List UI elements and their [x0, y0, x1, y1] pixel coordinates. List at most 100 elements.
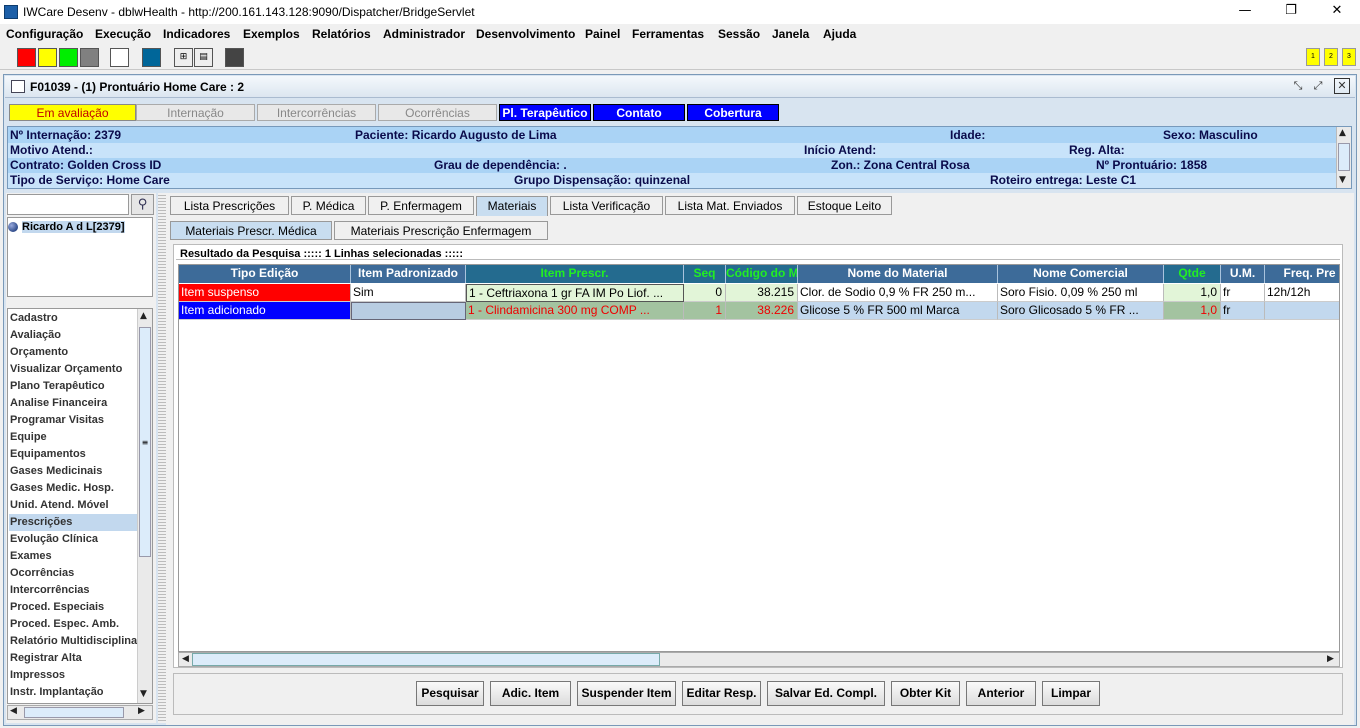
- tab-estoque-leito[interactable]: Estoque Leito: [797, 196, 892, 215]
- nav-item[interactable]: Relatório Multidisciplina: [10, 633, 137, 650]
- status-tab-contato[interactable]: Contato: [593, 104, 685, 121]
- scroll-thumb[interactable]: [1338, 143, 1350, 171]
- table-cell-item-prescr[interactable]: 1 - Ceftriaxona 1 gr FA IM Po Liof. ...: [466, 284, 684, 302]
- nav-item[interactable]: Evolução Clínica: [10, 531, 98, 548]
- status-tab-intercorrencias[interactable]: Intercorrências: [257, 104, 376, 121]
- status-tab-cobertura[interactable]: Cobertura: [687, 104, 779, 121]
- scroll-up-icon[interactable]: ▲: [1339, 128, 1346, 138]
- nav-item[interactable]: Gases Medicinais: [10, 463, 102, 480]
- nav-item[interactable]: Instr. Implantação: [10, 684, 104, 701]
- nav-item[interactable]: Proced. Espec. Amb.: [10, 616, 119, 633]
- table-cell-nome-comercial[interactable]: Soro Glicosado 5 % FR ...: [998, 302, 1164, 320]
- patient-search-input[interactable]: [7, 194, 129, 215]
- column-header-nome-comercial[interactable]: Nome Comercial: [998, 265, 1164, 283]
- suspender-item-button[interactable]: Suspender Item: [577, 681, 676, 706]
- column-header-qtde[interactable]: Qtde: [1164, 265, 1221, 283]
- column-header-tipo-edicao[interactable]: Tipo Edição: [179, 265, 351, 283]
- pesquisar-button[interactable]: Pesquisar: [416, 681, 484, 706]
- limpar-button[interactable]: Limpar: [1042, 681, 1100, 706]
- nav-item[interactable]: Gases Medic. Hosp.: [10, 480, 114, 497]
- status-tab-internacao[interactable]: Internação: [136, 104, 255, 121]
- menu-desenvolvimento[interactable]: Desenvolvimento: [476, 27, 575, 41]
- editar-resp-button[interactable]: Editar Resp.: [682, 681, 761, 706]
- nav-item[interactable]: Programar Visitas: [10, 412, 104, 429]
- tab-p-medica[interactable]: P. Médica: [291, 196, 366, 215]
- nav-item[interactable]: Proced. Especiais: [10, 599, 104, 616]
- close-frame-icon[interactable]: ✕: [1334, 78, 1350, 94]
- table-cell-item-padronizado[interactable]: Sim: [351, 284, 466, 302]
- scroll-right-icon[interactable]: ▶: [138, 706, 145, 716]
- tab-lista-mat-enviados[interactable]: Lista Mat. Enviados: [665, 196, 795, 215]
- scroll-up-icon[interactable]: ▲: [140, 311, 147, 321]
- nav-item[interactable]: Analise Financeira: [10, 395, 107, 412]
- menu-janela[interactable]: Janela: [772, 27, 809, 41]
- nav-item[interactable]: Registrar Alta: [10, 650, 82, 667]
- nav-item[interactable]: Avaliação: [10, 327, 61, 344]
- menu-exemplos[interactable]: Exemplos: [243, 27, 300, 41]
- subtab-materiais-prescr-medica[interactable]: Materiais Prescr. Médica: [170, 221, 332, 240]
- nav-item[interactable]: Equipamentos: [10, 446, 86, 463]
- panel-splitter[interactable]: [158, 193, 166, 723]
- anterior-button[interactable]: Anterior: [966, 681, 1036, 706]
- yellow-status-button[interactable]: [38, 48, 57, 67]
- menu-sessao[interactable]: Sessão: [718, 27, 760, 41]
- table-cell-freq[interactable]: 12h/12h: [1265, 284, 1339, 302]
- status-tab-pl-terapeutico[interactable]: Pl. Terapêutico: [499, 104, 591, 121]
- column-header-codigo[interactable]: Código do M: [726, 265, 798, 283]
- nav-item[interactable]: Exames: [10, 548, 52, 565]
- red-status-button[interactable]: [17, 48, 36, 67]
- menu-ajuda[interactable]: Ajuda: [823, 27, 856, 41]
- nav-item[interactable]: Impressos: [10, 667, 65, 684]
- scroll-right-icon[interactable]: ▶: [1327, 654, 1334, 664]
- salvar-ed-compl-button[interactable]: Salvar Ed. Compl.: [767, 681, 885, 706]
- patient-list-item[interactable]: Ricardo A d L[2379]: [22, 221, 125, 233]
- gray-status-button[interactable]: [80, 48, 99, 67]
- table-cell-seq[interactable]: 0: [684, 284, 726, 302]
- table-cell-um[interactable]: fr: [1221, 284, 1265, 302]
- table-cell-qtde[interactable]: 1,0: [1164, 302, 1221, 320]
- nav-item[interactable]: Intercorrências: [10, 582, 89, 599]
- scroll-down-icon[interactable]: ▼: [140, 689, 147, 699]
- window-list-icon[interactable]: ▤: [194, 48, 213, 67]
- menu-configuracao[interactable]: Configuração: [6, 27, 83, 41]
- table-cell-tipo-edicao[interactable]: Item suspenso: [179, 284, 351, 302]
- subtab-materiais-prescricao-enfermagem[interactable]: Materiais Prescrição Enfermagem: [334, 221, 548, 240]
- column-header-item-padronizado[interactable]: Item Padronizado: [351, 265, 466, 283]
- dark-status-button[interactable]: [225, 48, 244, 67]
- table-cell-nome-material[interactable]: Clor. de Sodio 0,9 % FR 250 m...: [798, 284, 998, 302]
- tab-p-enfermagem[interactable]: P. Enfermagem: [368, 196, 474, 215]
- minimize-button[interactable]: —: [1222, 0, 1268, 24]
- table-cell-seq[interactable]: 1: [684, 302, 726, 320]
- menu-relatorios[interactable]: Relatórios: [312, 27, 371, 41]
- obter-kit-button[interactable]: Obter Kit: [891, 681, 960, 706]
- nav-item[interactable]: Plano Terapêutico: [10, 378, 105, 395]
- scroll-thumb[interactable]: ≡: [139, 327, 151, 557]
- column-header-nome-material[interactable]: Nome do Material: [798, 265, 998, 283]
- white-status-button[interactable]: [110, 48, 129, 67]
- tab-materiais[interactable]: Materiais: [476, 196, 548, 216]
- teal-status-button[interactable]: [142, 48, 161, 67]
- table-cell-freq[interactable]: [1265, 302, 1339, 320]
- tree-view-icon[interactable]: ⊞: [174, 48, 193, 67]
- menu-indicadores[interactable]: Indicadores: [163, 27, 230, 41]
- close-button[interactable]: ✕: [1314, 0, 1360, 24]
- scroll-left-icon[interactable]: ◀: [182, 654, 189, 664]
- adic-item-button[interactable]: Adic. Item: [490, 681, 571, 706]
- nav-item[interactable]: Visualizar Orçamento: [10, 361, 122, 378]
- column-header-seq[interactable]: Seq: [684, 265, 726, 283]
- layout-3-button[interactable]: 3: [1342, 48, 1356, 66]
- layout-2-button[interactable]: 2: [1324, 48, 1338, 66]
- table-cell-nome-comercial[interactable]: Soro Fisio. 0,09 % 250 ml: [998, 284, 1164, 302]
- column-header-um[interactable]: U.M.: [1221, 265, 1265, 283]
- table-cell-qtde[interactable]: 1,0: [1164, 284, 1221, 302]
- search-icon[interactable]: ⚲: [131, 194, 154, 215]
- table-cell-codigo[interactable]: 38.215: [726, 284, 798, 302]
- nav-hscrollbar[interactable]: ◀ ▶: [7, 705, 153, 720]
- scroll-thumb[interactable]: [192, 653, 660, 666]
- table-cell-nome-material[interactable]: Glicose 5 % FR 500 ml Marca: [798, 302, 998, 320]
- nav-item[interactable]: Cadastro: [10, 310, 58, 327]
- status-tab-em-avaliacao[interactable]: Em avaliação: [9, 104, 136, 121]
- tab-lista-prescricoes[interactable]: Lista Prescrições: [170, 196, 289, 215]
- maximize-button[interactable]: ❐: [1268, 0, 1314, 24]
- menu-painel[interactable]: Painel: [585, 27, 620, 41]
